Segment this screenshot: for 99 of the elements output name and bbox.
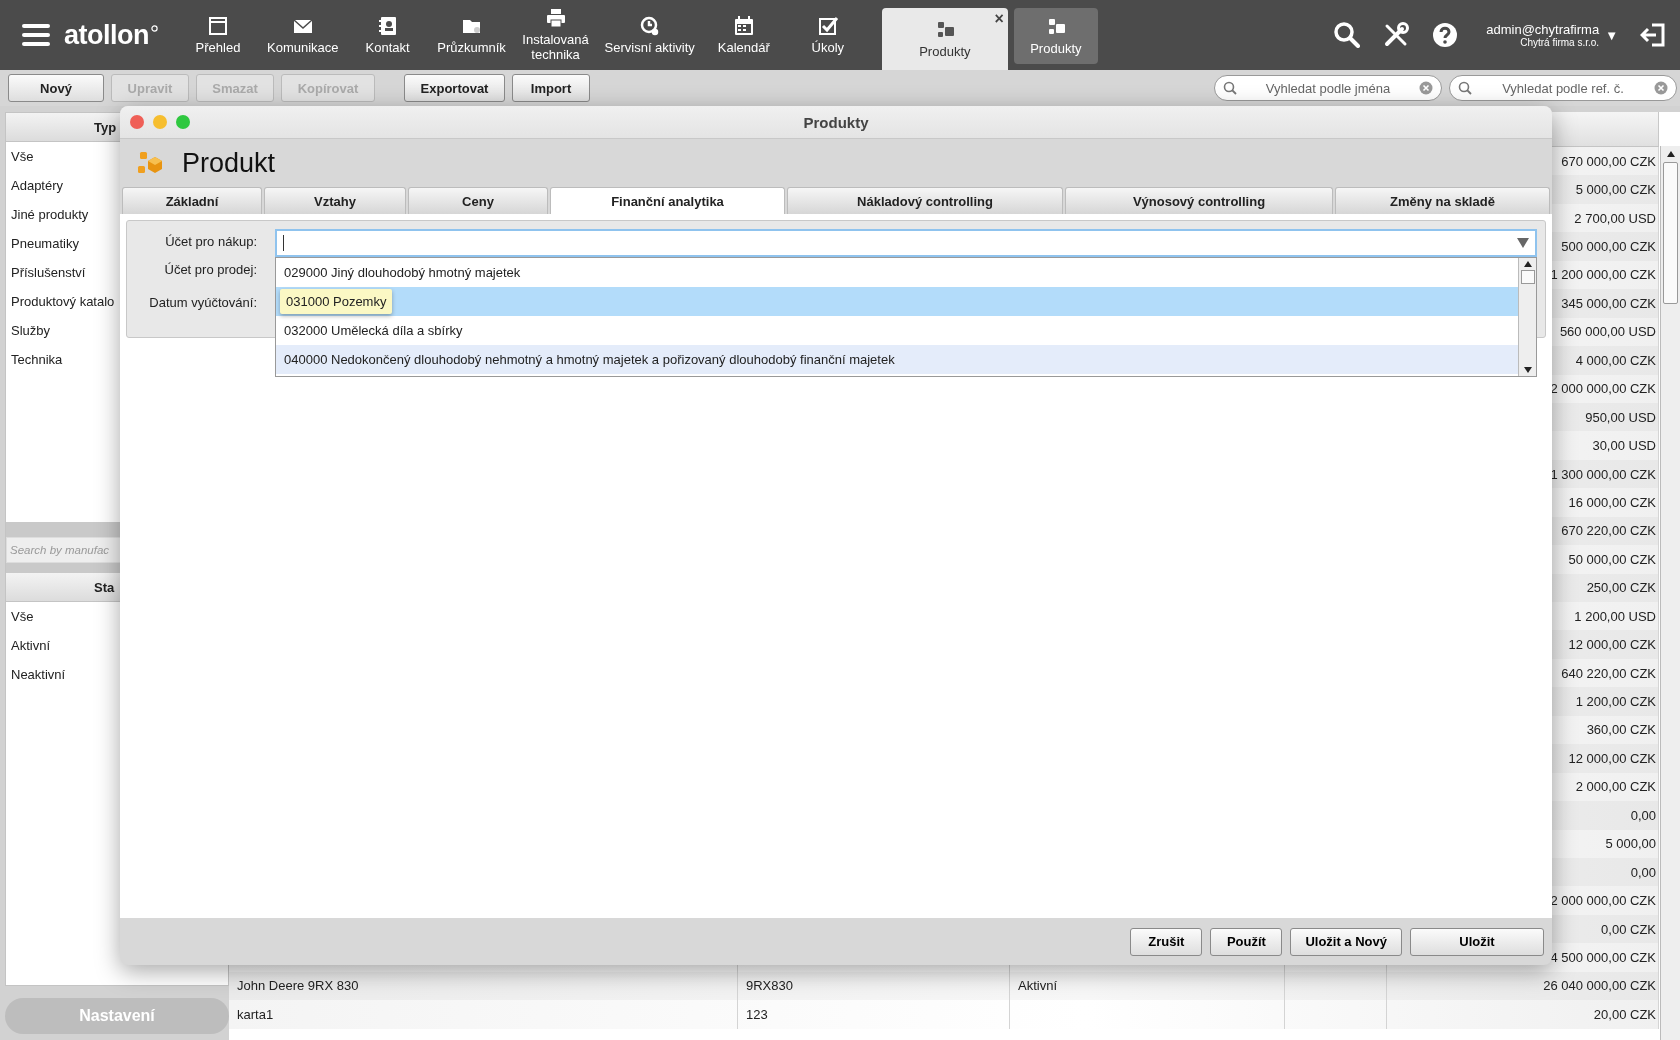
tooltip: 031000 Pozemky <box>280 289 393 314</box>
scroll-up-icon[interactable] <box>1665 150 1676 158</box>
table-cell: 640 220,00 CZK <box>1561 665 1656 681</box>
menu-icon[interactable] <box>22 23 50 47</box>
tab[interactable]: Vztahy <box>264 187 406 214</box>
dropdown-option[interactable]: 032000 Umělecká díla a sbírky <box>284 323 463 338</box>
tab[interactable]: Změny na skladě <box>1335 187 1550 214</box>
dropdown-arrow-icon[interactable] <box>1517 238 1529 248</box>
clear-icon[interactable] <box>1419 81 1433 95</box>
table-cell: 670 000,00 CZK <box>1561 153 1656 169</box>
user-name[interactable]: admin@chytrafirma <box>1486 22 1600 37</box>
field-label: Účet pro prodej: <box>164 261 257 278</box>
table-cell: 2 000,00 CZK <box>1575 779 1656 795</box>
search-icon[interactable] <box>1334 22 1361 48</box>
service-icon <box>638 15 661 36</box>
scrollbar[interactable] <box>1518 258 1536 376</box>
table-cell: 123 <box>746 1006 768 1022</box>
tab[interactable]: Výnosový controlling <box>1065 187 1333 214</box>
search-field[interactable]: Vyhledat podle ref. č. <box>1449 75 1677 101</box>
nav-tab[interactable]: Instalovaná technika <box>513 0 598 70</box>
logout-icon[interactable] <box>1640 22 1666 48</box>
dialog-button[interactable]: Uložit a Nový <box>1290 927 1402 956</box>
search-icon <box>1458 81 1472 95</box>
nav-tab[interactable]: Servisní aktivity <box>597 0 702 70</box>
calendar-icon <box>732 15 755 36</box>
contact-icon <box>376 15 399 36</box>
nav-tab[interactable]: Přehled <box>176 0 260 70</box>
table-cell: 2 000 000,00 CZK <box>1550 893 1656 909</box>
dialog-button[interactable]: Uložit <box>1410 927 1544 956</box>
nav-tab[interactable]: Produkty <box>1013 8 1098 64</box>
nav-tab[interactable]: Průzkumník <box>429 0 514 70</box>
table-cell: 0,00 CZK <box>1601 921 1656 937</box>
table-cell: 4 500 000,00 CZK <box>1550 949 1656 965</box>
table-cell: 1 200,00 USD <box>1574 608 1656 624</box>
table-cell: 670 220,00 CZK <box>1561 523 1656 539</box>
toolbar-button[interactable]: Exportovat <box>404 74 505 102</box>
printer-icon <box>544 8 567 28</box>
nav-tab[interactable]: Komunikace <box>260 0 346 70</box>
table-cell: 30,00 USD <box>1592 438 1656 454</box>
nav-tab[interactable]: Úkoly <box>785 0 870 70</box>
table-cell: 50 000,00 CZK <box>1568 551 1656 567</box>
tab[interactable]: Nákladový controlling <box>787 187 1063 214</box>
logo: atollon <box>64 19 149 51</box>
table-row[interactable]: karta1 123 20,00 CZK <box>229 1000 1659 1029</box>
table-cell: 20,00 CZK <box>1593 1006 1656 1022</box>
search-field[interactable]: Vyhledat podle jména <box>1214 75 1442 101</box>
table-cell: 4 000,00 CZK <box>1575 352 1656 368</box>
table-cell: 0,00 <box>1630 807 1656 823</box>
boxes-icon <box>136 150 164 176</box>
table-cell: 250,00 CZK <box>1586 580 1656 596</box>
table-cell: 2 000 000,00 CZK <box>1550 381 1656 397</box>
tab[interactable]: Základní <box>122 187 262 214</box>
table-cell: Aktivní <box>1018 978 1057 994</box>
table-cell: 12 000,00 CZK <box>1568 637 1656 653</box>
tools-icon[interactable] <box>1382 21 1411 49</box>
window-icon <box>207 15 229 36</box>
company-name: Chytrá firma s.r.o. <box>1520 37 1600 48</box>
help-icon[interactable] <box>1432 22 1459 48</box>
table-cell: 360,00 CZK <box>1586 722 1656 738</box>
close-button[interactable]: × <box>994 10 1004 28</box>
table-cell: 345 000,00 CZK <box>1561 295 1656 311</box>
field-label: Účet pro nákup: <box>165 233 257 250</box>
nav-tab[interactable]: Kalendář <box>701 0 786 70</box>
dialog-heading: Produkt <box>182 147 276 179</box>
table-cell: 560 000,00 USD <box>1559 324 1656 340</box>
table-cell: 5 000,00 CZK <box>1575 182 1656 198</box>
dialog-button[interactable]: Zrušit <box>1130 927 1203 956</box>
table-cell: 1 200,00 CZK <box>1575 694 1656 710</box>
close-button[interactable] <box>130 115 144 129</box>
logo-mark-icon <box>151 24 158 32</box>
tab[interactable]: Ceny <box>408 187 548 214</box>
table-cell: 0,00 <box>1630 864 1656 880</box>
nav-tab[interactable]: Produkty × <box>881 8 1008 70</box>
table-cell: John Deere 9RX 830 <box>237 978 359 994</box>
table-cell: 16 000,00 CZK <box>1568 494 1656 510</box>
scroll-thumb[interactable] <box>1520 270 1535 284</box>
field-label: Datum vyúčtování: <box>149 294 257 311</box>
scrollbar[interactable] <box>1660 146 1680 1040</box>
dialog-button[interactable]: Použít <box>1210 927 1283 956</box>
window-title: Produkty <box>803 113 869 131</box>
table-cell: 26 040 000,00 CZK <box>1543 978 1656 994</box>
toolbar-button[interactable]: Import <box>512 74 590 102</box>
user-menu-caret[interactable]: ▼ <box>1605 27 1618 43</box>
table-cell: 950,00 USD <box>1585 409 1656 425</box>
table-cell: 9RX830 <box>746 978 793 994</box>
table-cell: 500 000,00 CZK <box>1561 239 1656 255</box>
search-icon <box>1223 81 1237 95</box>
table-cell: 5 000,00 <box>1605 836 1656 852</box>
scroll-thumb[interactable] <box>1663 162 1678 304</box>
table-row[interactable]: John Deere 9RX 830 9RX830 Aktivní 26 040 000,00 CZK <box>229 971 1659 1001</box>
table-cell: 12 000,00 CZK <box>1568 750 1656 766</box>
table-cell: karta1 <box>237 1006 274 1022</box>
check-icon <box>816 15 839 36</box>
nav-tab[interactable]: Kontakt <box>345 0 430 70</box>
dropdown-option[interactable]: 029000 Jiný dlouhodobý hmotný majetek <box>284 265 521 280</box>
table-cell: 2 700,00 USD <box>1574 210 1656 226</box>
tab[interactable]: Finanční analytika <box>550 187 785 214</box>
clear-icon[interactable] <box>1654 81 1668 95</box>
toolbar-button[interactable]: Nový <box>8 74 104 102</box>
